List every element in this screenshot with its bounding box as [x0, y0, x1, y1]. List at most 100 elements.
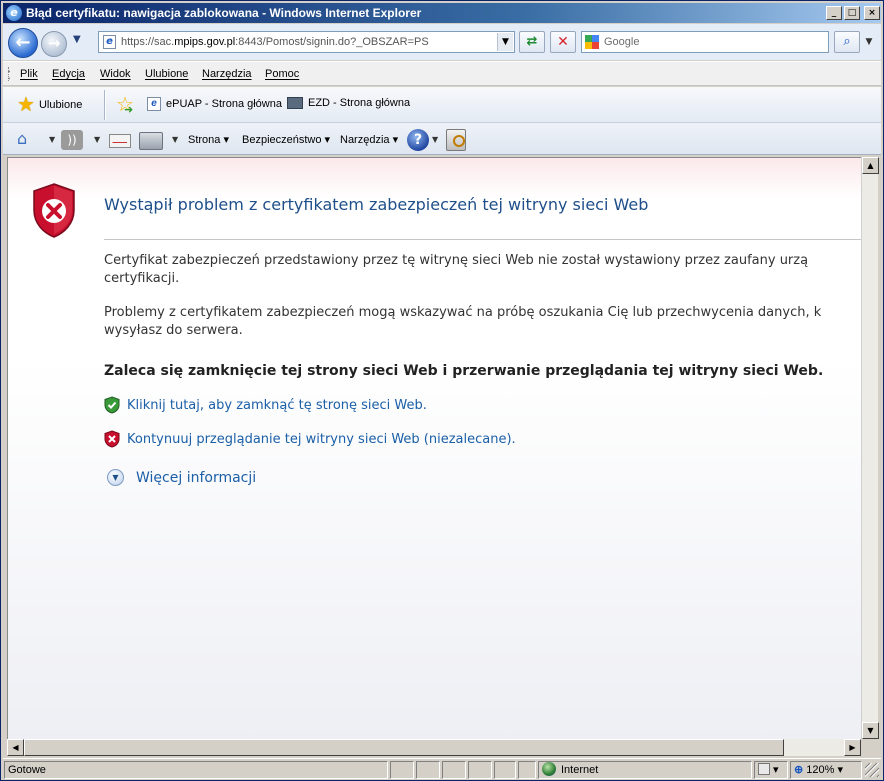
home-icon[interactable]: ⌂ [17, 128, 27, 150]
refresh-button[interactable]: ⇄ [519, 31, 545, 53]
page-icon: e [103, 35, 116, 49]
more-info-toggle[interactable]: ▼ Więcej informacji [107, 469, 256, 486]
more-info-label[interactable]: Więcej informacji [136, 470, 256, 486]
tools-menu-button[interactable]: Narzędzia ▾ [340, 133, 398, 146]
address-bar[interactable]: e https://sac.mpips.gov.pl:8443/Pomost/s… [98, 31, 515, 53]
ie-page-icon: e [147, 97, 161, 111]
scroll-up-button[interactable]: ▲ [862, 157, 879, 174]
menu-bar: Plik Edycja Widok Ulubione Narzędzia Pom… [3, 61, 881, 86]
close-page-link-label[interactable]: Kliknij tutaj, aby zamknąć tę stronę sie… [127, 398, 427, 413]
security-zone[interactable]: Internet [538, 761, 752, 779]
menu-favorites[interactable]: Ulubione [145, 68, 188, 80]
page-content: Wystąpił problem z certyfikatem zabezpie… [7, 157, 861, 739]
add-to-favorites-bar-button[interactable]: ☆ ➜ [116, 93, 134, 116]
protected-mode-button[interactable]: ▾ [754, 761, 788, 779]
status-text: Gotowe [4, 761, 388, 779]
favorites-button[interactable]: ★ Ulubione [11, 92, 88, 118]
fav-link-epuap[interactable]: e ePUAP - Strona główna [147, 97, 282, 111]
zoom-icon: ⊕ [794, 764, 804, 776]
stop-button[interactable]: ✕ [550, 31, 576, 53]
scroll-left-button[interactable]: ◀ [7, 739, 24, 756]
star-icon: ★ [17, 94, 35, 116]
menu-edit[interactable]: Edycja [52, 68, 85, 80]
ezd-icon [287, 97, 303, 109]
favorites-separator [104, 90, 106, 120]
certificate-untrusted-text: Certyfikat zabezpieczeń przedstawiony pr… [104, 253, 809, 286]
fav-link-label: ePUAP - Strona główna [166, 98, 282, 110]
favorites-bar: ★ Ulubione ☆ ➜ e ePUAP - Strona główna EZ… [3, 87, 881, 123]
search-icon: ⌕ [843, 34, 851, 49]
globe-icon [542, 762, 556, 776]
address-url[interactable]: https://sac.mpips.gov.pl:8443/Pomost/sig… [121, 36, 429, 48]
menu-file[interactable]: Plik [20, 68, 38, 80]
status-panel-6 [518, 761, 536, 779]
menu-grip[interactable] [8, 67, 10, 81]
safety-menu-button[interactable]: Bezpieczeństwo ▾ [242, 133, 330, 146]
stop-icon: ✕ [557, 34, 569, 50]
recent-pages-dropdown[interactable]: ▼ [73, 34, 81, 45]
forward-button[interactable]: → [41, 31, 67, 57]
status-panel-5 [494, 761, 516, 779]
continue-link-label[interactable]: Kontynuuj przeglądanie tej witryny sieci… [127, 432, 516, 447]
search-button[interactable]: ⌕ [834, 31, 860, 53]
printer-icon[interactable] [139, 132, 163, 150]
vertical-scrollbar[interactable]: ▲ ▼ [861, 157, 879, 739]
red-shield-x-icon [104, 430, 120, 448]
zoom-button[interactable]: ⊕ 120% ▾ [790, 761, 862, 779]
red-shield-x-icon [33, 183, 75, 238]
command-bar: ⌂ ▼ )) ▼ ▼ Strona ▾ Bezpieczeństwo ▾ Nar… [3, 123, 881, 155]
recommendation-text: Zaleca się zamknięcie tej strony sieci W… [104, 363, 824, 379]
back-button[interactable]: ← [8, 28, 38, 58]
rss-icon[interactable]: )) [61, 130, 83, 150]
feeds-dropdown[interactable]: ▼ [94, 135, 100, 144]
status-bar: Gotowe Internet ▾ ⊕ 120% ▾ [3, 758, 881, 780]
search-input[interactable]: Google [581, 31, 829, 53]
back-arrow-icon: ← [15, 32, 31, 53]
error-title: Wystąpił problem z certyfikatem zabezpie… [104, 195, 649, 214]
status-panel-1 [390, 761, 414, 779]
print-dropdown[interactable]: ▼ [172, 135, 178, 144]
horizontal-scrollbar[interactable]: ◀ ▶ [7, 739, 861, 756]
minimize-button[interactable]: _ [826, 6, 842, 20]
scrollbar-corner [861, 739, 878, 756]
continue-link[interactable]: Kontynuuj przeglądanie tej witryny sieci… [104, 430, 516, 448]
search-placeholder: Google [604, 36, 640, 48]
green-shield-check-icon [104, 396, 120, 414]
fav-link-label: EZD - Strona główna [308, 97, 411, 109]
home-dropdown[interactable]: ▼ [49, 135, 55, 144]
address-toolbar: ← → ▼ e https://sac.mpips.gov.pl:8443/Po… [3, 24, 881, 60]
close-window-button[interactable]: × [864, 6, 880, 20]
chevron-down-circle-icon: ▼ [107, 469, 124, 486]
certificate-risk-text: Problemy z certyfikatem zabezpieczeń mog… [104, 305, 822, 338]
refresh-icon: ⇄ [526, 34, 538, 49]
status-panel-2 [416, 761, 440, 779]
horizontal-scroll-thumb[interactable] [24, 739, 784, 756]
scroll-down-button[interactable]: ▼ [862, 722, 879, 739]
close-page-link[interactable]: Kliknij tutaj, aby zamknąć tę stronę sie… [104, 396, 427, 414]
status-panel-3 [442, 761, 466, 779]
status-panel-4 [468, 761, 492, 779]
address-dropdown[interactable]: ▼ [497, 33, 513, 51]
add-arrow-icon: ➜ [124, 103, 134, 116]
help-icon[interactable]: ? [407, 129, 429, 151]
mail-icon[interactable] [109, 134, 131, 148]
lock-icon [758, 763, 770, 775]
menu-tools[interactable]: Narzędzia [202, 68, 252, 80]
search-options-dropdown[interactable]: ▼ [861, 31, 877, 53]
menu-view[interactable]: Widok [100, 68, 131, 80]
title-bar[interactable]: e Błąd certyfikatu: nawigacja zablokowan… [3, 3, 881, 23]
menu-help[interactable]: Pomoc [265, 68, 299, 80]
browser-window: e Błąd certyfikatu: nawigacja zablokowan… [0, 0, 884, 781]
resize-grip[interactable] [865, 763, 879, 777]
scroll-right-button[interactable]: ▶ [844, 739, 861, 756]
page-menu-button[interactable]: Strona ▾ [188, 133, 229, 146]
fav-link-ezd[interactable]: EZD - Strona główna [287, 97, 410, 109]
window-title: Błąd certyfikatu: nawigacja zablokowana … [26, 6, 422, 20]
title-divider [104, 239, 861, 240]
google-icon [585, 35, 599, 49]
help-dropdown[interactable]: ▼ [432, 135, 438, 144]
forward-arrow-icon: → [47, 34, 61, 52]
favorites-button-label: Ulubione [38, 99, 83, 111]
maximize-button[interactable]: □ [844, 6, 860, 20]
research-icon[interactable] [446, 129, 466, 151]
